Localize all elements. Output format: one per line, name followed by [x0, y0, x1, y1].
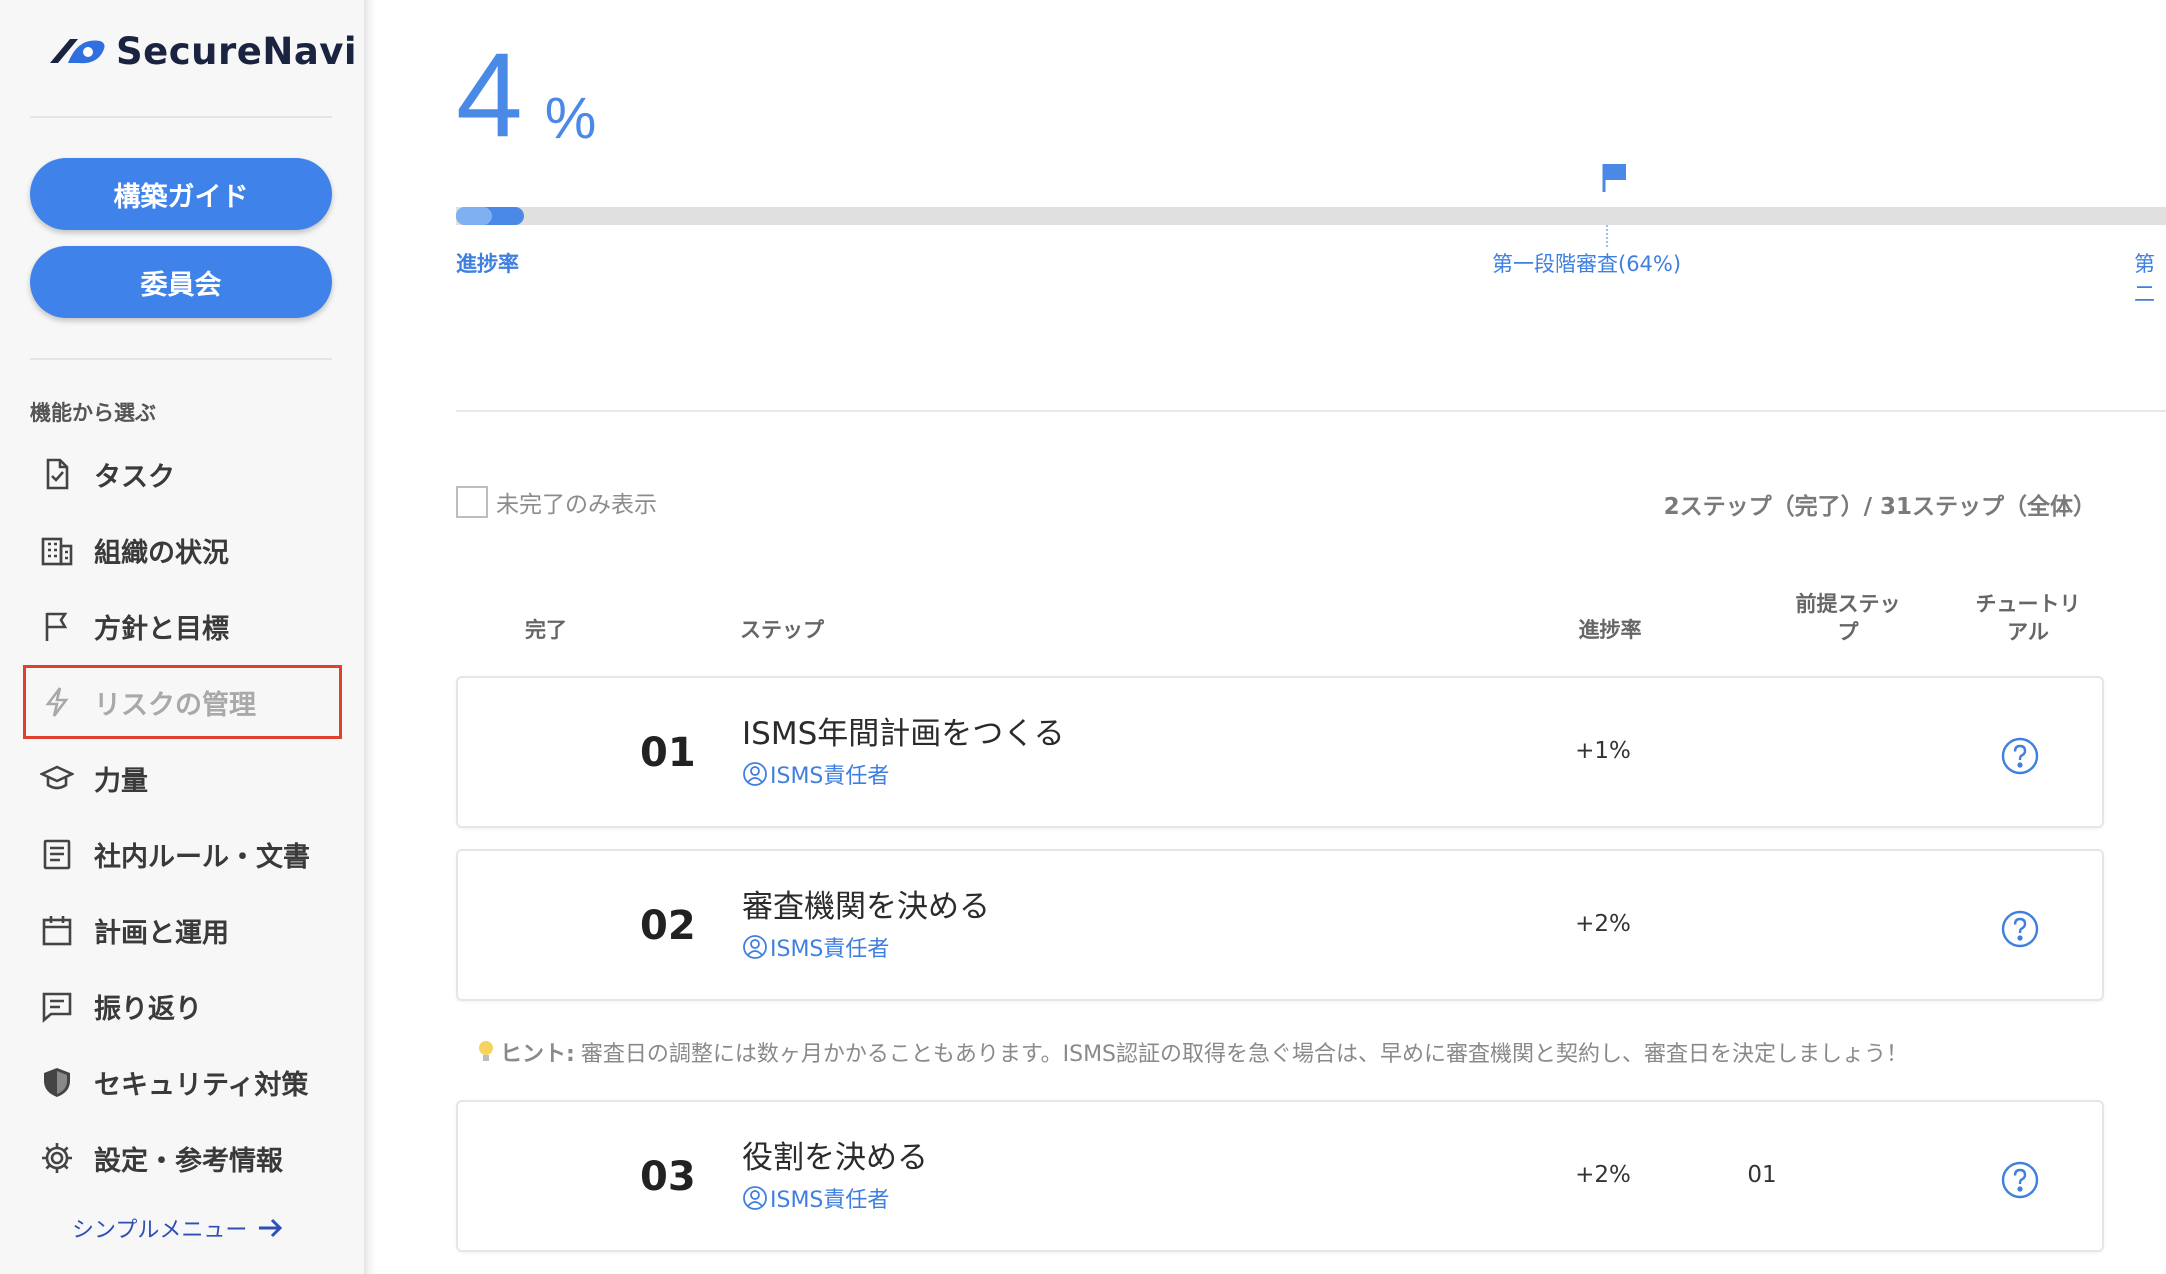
shield-icon	[38, 1063, 76, 1101]
step-progress: +2%	[1575, 1162, 1631, 1188]
step-number: 01	[640, 730, 696, 776]
sidebar-item-settings[interactable]: 設定・参考情報	[38, 1134, 338, 1182]
sidebar-divider	[30, 116, 332, 118]
sidebar-item-label: 計画と運用	[94, 917, 229, 949]
simple-menu-label: シンプルメニュー	[72, 1218, 248, 1243]
header-step: ステップ	[740, 618, 824, 642]
sidebar-item-review[interactable]: 振り返り	[38, 982, 338, 1030]
step-row[interactable]: 03 役割を決める ISMS責任者 +2% 01	[456, 1100, 2104, 1252]
step-title[interactable]: 役割を決める	[742, 1132, 928, 1177]
milestone-first-stage-label: 第一段階審査(64%)	[1492, 252, 1682, 276]
hint-message: ヒント: 審査日の調整には数ヶ月かかることもあります。ISMS認証の取得を急ぐ場…	[476, 1036, 1908, 1068]
header-progress: 進捗率	[1578, 618, 1642, 642]
step-number: 02	[640, 903, 696, 949]
sidebar: SecureNavi 構築ガイド 委員会 機能から選ぶ タスク 組織の状況 方針…	[0, 0, 364, 1274]
step-role-label: ISMS責任者	[770, 764, 890, 789]
progress-bar	[456, 207, 2166, 225]
header-prerequisite-line1: 前提ステッ	[1795, 592, 1901, 616]
step-progress: +2%	[1575, 911, 1631, 937]
lightbulb-icon	[479, 1041, 493, 1061]
step-row[interactable]: 01 ISMS年間計画をつくる ISMS責任者 +1%	[456, 676, 2104, 828]
main-content: 4 % 進捗率 第一段階審査(64%) 第二 未完了のみ表示 2ステップ（完了）…	[376, 0, 2166, 1274]
step-number: 03	[640, 1154, 696, 1200]
sidebar-item-label: タスク	[94, 461, 175, 493]
step-role[interactable]: ISMS責任者	[742, 758, 889, 790]
progress-bar-fill-edge	[456, 207, 492, 225]
header-prerequisite: 前提ステッ プ	[1778, 590, 1918, 646]
step-title[interactable]: 審査機関を決める	[742, 881, 990, 926]
graduation-cap-icon	[38, 759, 76, 797]
sidebar-item-competence[interactable]: 力量	[38, 754, 338, 802]
header-prerequisite-line2: プ	[1837, 620, 1859, 644]
help-circle-icon[interactable]	[2000, 909, 2040, 949]
sidebar-item-label: 方針と目標	[94, 613, 229, 645]
logo[interactable]: SecureNavi	[48, 26, 357, 76]
message-list-icon	[38, 987, 76, 1025]
flag-icon	[38, 607, 76, 645]
sidebar-item-label: 力量	[94, 765, 148, 797]
brand-name: SecureNavi	[116, 29, 358, 73]
header-done: 完了	[525, 618, 567, 642]
guide-button[interactable]: 構築ガイド	[30, 158, 332, 230]
sidebar-item-label: セキュリティ対策	[94, 1069, 309, 1101]
sidebar-item-organization[interactable]: 組織の状況	[38, 526, 338, 574]
user-circle-icon	[743, 935, 767, 959]
header-tutorial-line1: チュートリ	[1975, 592, 2081, 616]
incomplete-only-checkbox[interactable]	[456, 486, 488, 518]
highlight-annotation	[23, 665, 342, 739]
sidebar-item-label: 社内ルール・文書	[94, 841, 310, 873]
sidebar-item-label: 設定・参考情報	[94, 1145, 283, 1177]
hint-label: ヒント:	[500, 1042, 575, 1067]
arrow-right-icon	[259, 1218, 283, 1238]
sidebar-item-security[interactable]: セキュリティ対策	[38, 1058, 338, 1106]
hint-text: 審査日の調整には数ヶ月かかることもあります。ISMS認証の取得を急ぐ場合は、早め…	[580, 1042, 1909, 1067]
sidebar-item-planning[interactable]: 計画と運用	[38, 906, 338, 954]
document-icon	[38, 835, 76, 873]
sidebar-item-documents[interactable]: 社内ルール・文書	[38, 830, 338, 878]
step-role[interactable]: ISMS責任者	[742, 1182, 889, 1214]
help-circle-icon[interactable]	[2000, 1160, 2040, 1200]
simple-menu-link[interactable]: シンプルメニュー	[72, 1212, 285, 1244]
step-prerequisite: 01	[1747, 1162, 1777, 1188]
sidebar-section-label: 機能から選ぶ	[30, 401, 156, 425]
incomplete-only-label: 未完了のみ表示	[496, 492, 657, 518]
sidebar-divider	[30, 358, 332, 360]
task-check-icon	[38, 455, 76, 493]
milestone-second-stage-label: 第二	[2134, 252, 2155, 306]
milestone-marker	[1606, 225, 1608, 247]
step-row[interactable]: 02 審査機関を決める ISMS責任者 +2%	[456, 849, 2104, 1001]
progress-value: 4	[456, 28, 523, 162]
header-tutorial-line2: アル	[2007, 620, 2049, 644]
incomplete-only-filter[interactable]: 未完了のみ表示	[456, 485, 657, 519]
header-tutorial: チュートリ アル	[1958, 590, 2098, 646]
milestone-flag-icon	[1602, 164, 1626, 192]
progress-label: 進捗率	[456, 252, 519, 276]
step-role[interactable]: ISMS責任者	[742, 931, 889, 963]
progress-percentage: 4 %	[456, 28, 597, 162]
user-circle-icon	[743, 762, 767, 786]
committee-button[interactable]: 委員会	[30, 246, 332, 318]
progress-unit: %	[544, 86, 597, 151]
section-divider	[456, 410, 2166, 412]
building-icon	[38, 531, 76, 569]
step-progress: +1%	[1575, 738, 1631, 764]
sidebar-item-policy[interactable]: 方針と目標	[38, 602, 338, 650]
help-circle-icon[interactable]	[2000, 736, 2040, 776]
step-role-label: ISMS責任者	[770, 1188, 890, 1213]
gear-icon	[38, 1139, 76, 1177]
sidebar-item-task[interactable]: タスク	[38, 450, 338, 498]
sidebar-shadow	[364, 0, 376, 1274]
step-role-label: ISMS責任者	[770, 937, 890, 962]
sidebar-item-label: 振り返り	[94, 993, 202, 1025]
sidebar-item-label: 組織の状況	[94, 537, 229, 569]
calendar-icon	[38, 911, 76, 949]
step-summary: 2ステップ（完了）/ 31ステップ（全体）	[1663, 494, 2096, 520]
user-circle-icon	[743, 1186, 767, 1210]
securenavi-logo-icon	[50, 39, 105, 64]
step-title[interactable]: ISMS年間計画をつくる	[742, 708, 1065, 753]
